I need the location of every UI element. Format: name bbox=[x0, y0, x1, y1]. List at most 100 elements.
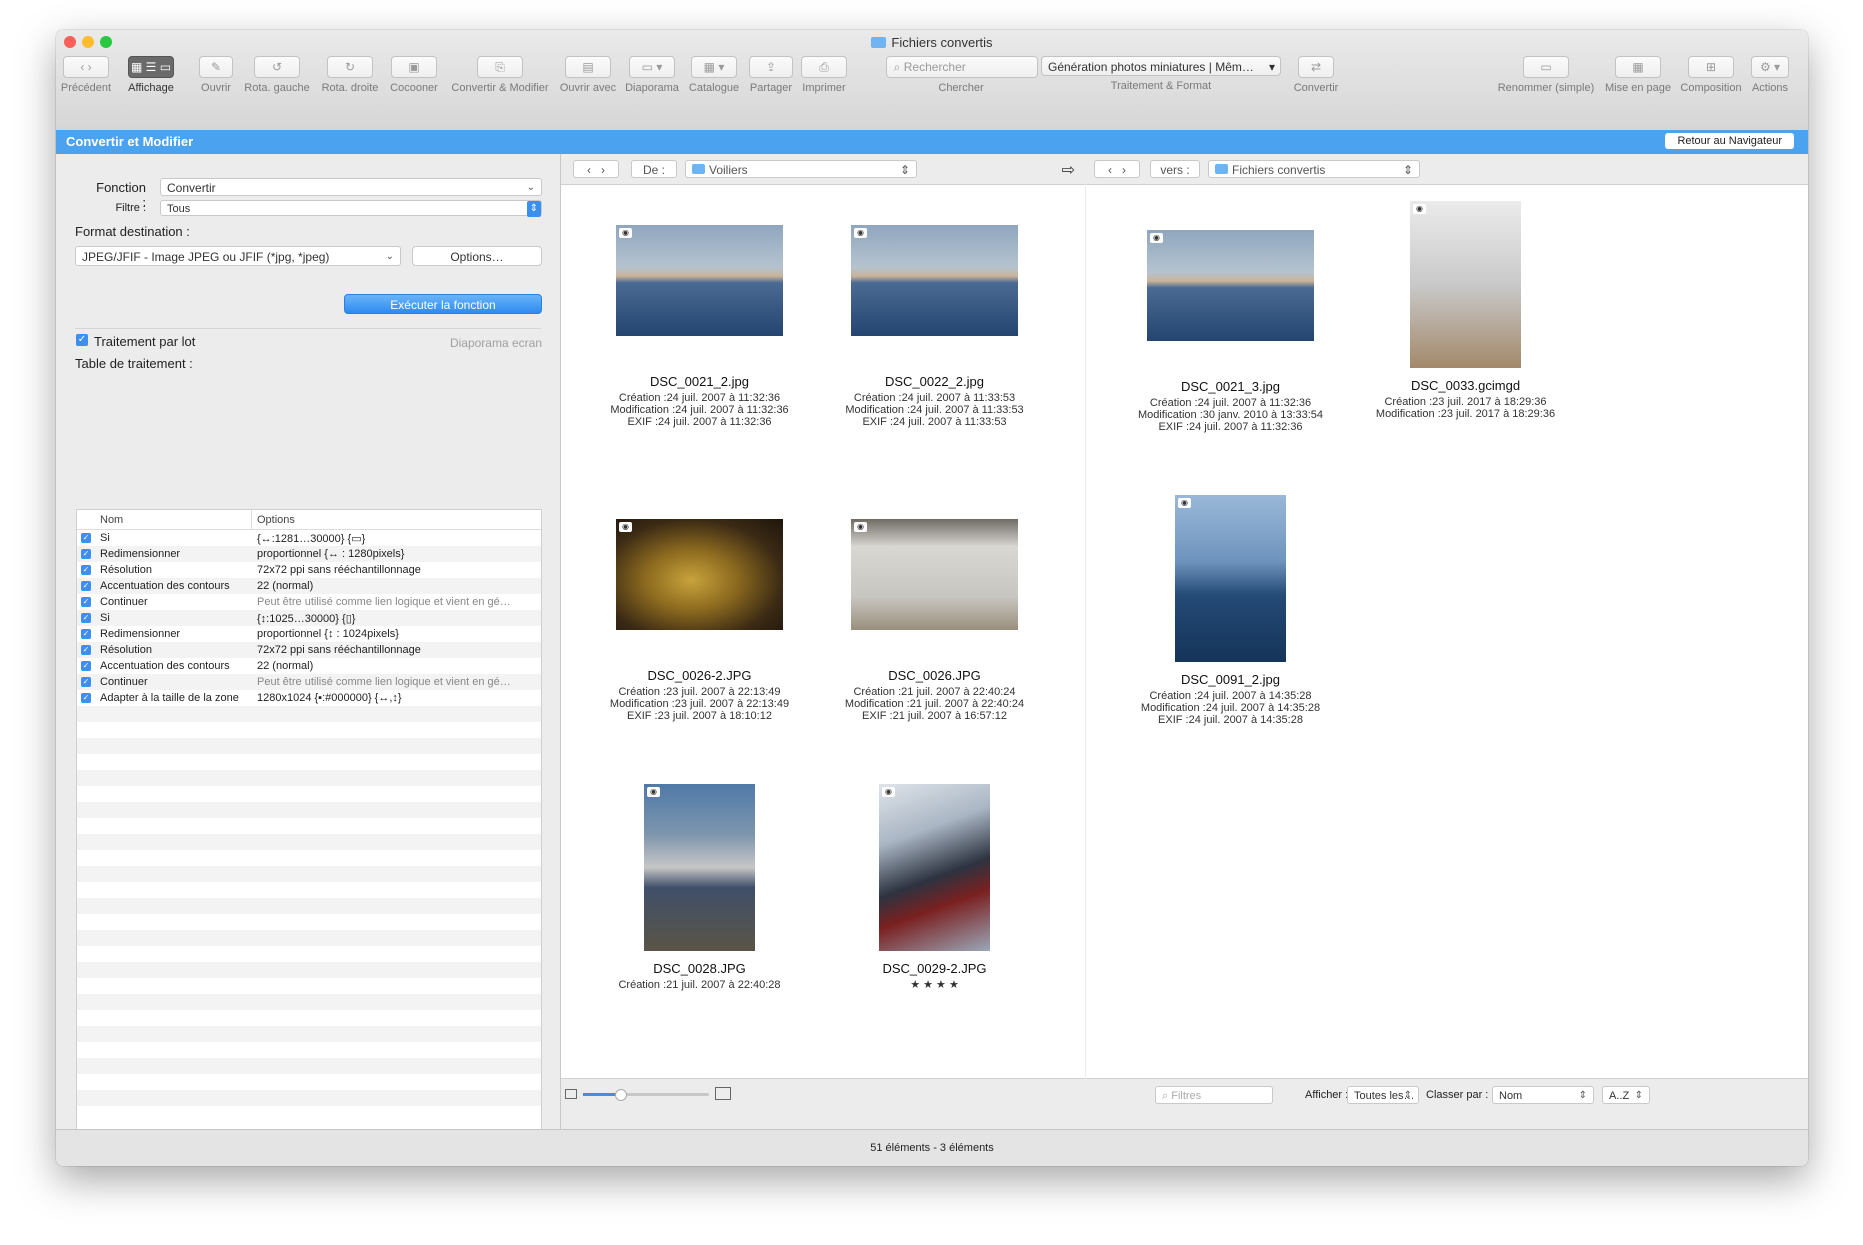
search-input[interactable]: ⌕ Rechercher bbox=[886, 56, 1038, 78]
treatment-select[interactable]: Génération photos miniatures | Mêm… ▾ bbox=[1041, 56, 1281, 76]
open-button[interactable]: ✎ bbox=[199, 56, 233, 78]
zoom-slider[interactable] bbox=[583, 1089, 709, 1101]
file-metadata: EXIF :24 juil. 2007 à 14:35:28 bbox=[1158, 714, 1303, 726]
batch-checkbox[interactable]: ✓ bbox=[76, 334, 88, 346]
back-to-browser-button[interactable]: Retour au Navigateur bbox=[1665, 133, 1794, 149]
catalog-button[interactable]: ▦ ▾ bbox=[691, 56, 737, 78]
camera-icon: ◉ bbox=[854, 522, 867, 532]
convert-button[interactable]: ⎘ bbox=[477, 56, 523, 78]
toolbar-item-cocoon: ▣ Cocooner bbox=[386, 56, 442, 94]
row-checkbox[interactable]: ✓ bbox=[81, 533, 91, 543]
file-name[interactable]: DSC_0029-2.JPG bbox=[815, 961, 1055, 976]
source-back-forward[interactable]: ‹ › bbox=[573, 160, 619, 178]
photo-thumbnail[interactable]: ◉ bbox=[644, 784, 755, 951]
share-button[interactable]: ⇪ bbox=[749, 56, 793, 78]
dest-back-forward[interactable]: ‹ › bbox=[1094, 160, 1140, 178]
table-row[interactable]: ✓ Accentuation des contours 22 (normal) bbox=[77, 658, 541, 674]
photo-thumbnail[interactable]: ◉ bbox=[851, 225, 1018, 336]
col-nom[interactable]: Nom bbox=[100, 514, 123, 526]
row-checkbox[interactable]: ✓ bbox=[81, 661, 91, 671]
row-checkbox[interactable]: ✓ bbox=[81, 565, 91, 575]
file-metadata: Modification :23 juil. 2017 à 18:29:36 bbox=[1375, 408, 1556, 420]
slideshow-link[interactable]: Diaporama ecran bbox=[450, 336, 542, 350]
view-button[interactable]: ▦ ☰ ▭ bbox=[128, 56, 174, 78]
photo-thumbnail[interactable]: ◉ bbox=[616, 519, 783, 630]
col-options[interactable]: Options bbox=[257, 514, 295, 526]
row-checkbox[interactable]: ✓ bbox=[81, 645, 91, 655]
table-row[interactable]: ✓ Résolution 72x72 ppi sans rééchantillonn… bbox=[77, 642, 541, 658]
compo-icon: ⊞ bbox=[1705, 60, 1717, 74]
toolbar-item-openwith: ▤ Ouvrir avec bbox=[556, 56, 620, 94]
rename-button[interactable]: ▭ bbox=[1523, 56, 1569, 78]
search-item: ⌕ Rechercher Chercher bbox=[886, 56, 1038, 94]
file-name[interactable]: DSC_0021_2.jpg bbox=[580, 374, 820, 389]
file-name[interactable]: DSC_0026-2.JPG bbox=[580, 668, 820, 683]
row-name: Accentuation des contours bbox=[100, 660, 230, 672]
file-metadata: EXIF :21 juil. 2007 à 16:57:12 bbox=[862, 710, 1007, 722]
actions-button[interactable]: ⚙ ▾ bbox=[1751, 56, 1789, 78]
cocoon-button[interactable]: ▣ bbox=[391, 56, 437, 78]
layout-button[interactable]: ▦ bbox=[1615, 56, 1661, 78]
table-row[interactable]: ✓ Si {↔:1281…30000} {▭} bbox=[77, 530, 541, 546]
empty-row bbox=[77, 1074, 541, 1090]
row-checkbox[interactable]: ✓ bbox=[81, 693, 91, 703]
row-name: Continuer bbox=[100, 596, 148, 608]
window-title: Fichiers convertis bbox=[56, 35, 1808, 50]
convertir-item: ⇄ Convertir bbox=[1286, 56, 1346, 94]
row-checkbox[interactable]: ✓ bbox=[81, 597, 91, 607]
execute-button[interactable]: Exécuter la fonction bbox=[344, 294, 542, 314]
rotr-button[interactable]: ↻ bbox=[327, 56, 373, 78]
table-row[interactable]: ✓ Si {↕:1025…30000} {▯} bbox=[77, 610, 541, 626]
photo-thumbnail[interactable]: ◉ bbox=[1410, 201, 1521, 368]
row-checkbox[interactable]: ✓ bbox=[81, 613, 91, 623]
row-checkbox[interactable]: ✓ bbox=[81, 677, 91, 687]
toolbar-item-rename: ▭ Renommer (simple) bbox=[1496, 56, 1596, 94]
options-button[interactable]: Options… bbox=[412, 246, 542, 266]
zoom-slider-knob[interactable] bbox=[615, 1089, 627, 1101]
file-name[interactable]: DSC_0091_2.jpg bbox=[1111, 672, 1351, 687]
table-row[interactable]: ✓ Résolution 72x72 ppi sans rééchantillonn… bbox=[77, 562, 541, 578]
fonction-select[interactable]: Convertir ⌄ bbox=[160, 178, 542, 196]
row-checkbox[interactable]: ✓ bbox=[81, 629, 91, 639]
source-folder-select[interactable]: Voiliers ⇕ bbox=[685, 160, 917, 178]
row-checkbox[interactable]: ✓ bbox=[81, 549, 91, 559]
rotl-icon: ↺ bbox=[271, 60, 283, 74]
photo-thumbnail[interactable]: ◉ bbox=[879, 784, 990, 951]
classer-select[interactable]: Nom ⇕ bbox=[1492, 1086, 1594, 1104]
order-select[interactable]: A..Z ⇕ bbox=[1602, 1086, 1650, 1104]
table-row[interactable]: ✓ Redimensionner proportionnel {↕ : 1024pi… bbox=[77, 626, 541, 642]
table-row[interactable]: ✓ Redimensionner proportionnel {↔ : 1280pi… bbox=[77, 546, 541, 562]
afficher-select[interactable]: Toutes les… ⇕ bbox=[1347, 1086, 1419, 1104]
toolbar-item-print: ⎙ Imprimer bbox=[798, 56, 850, 94]
openwith-button[interactable]: ▤ bbox=[565, 56, 611, 78]
photo-thumbnail[interactable]: ◉ bbox=[616, 225, 783, 336]
file-metadata: EXIF :24 juil. 2007 à 11:32:36 bbox=[627, 416, 772, 428]
row-options: proportionnel {↔ : 1280pixels} bbox=[257, 548, 405, 560]
slides-button[interactable]: ▭ ▾ bbox=[629, 56, 675, 78]
filter-input[interactable]: ⌕ Filtres bbox=[1155, 1086, 1273, 1104]
stepper-icon: ⇕ bbox=[1403, 1090, 1412, 1101]
table-row[interactable]: ✓ Adapter à la taille de la zone 1280x1024… bbox=[77, 690, 541, 706]
table-row[interactable]: ✓ Continuer Peut être utilisé comme lien l… bbox=[77, 674, 541, 690]
file-name[interactable]: DSC_0021_3.jpg bbox=[1111, 379, 1351, 394]
file-name[interactable]: DSC_0028.JPG bbox=[580, 961, 820, 976]
photo-thumbnail[interactable]: ◉ bbox=[851, 519, 1018, 630]
file-name[interactable]: DSC_0033.gcimgd bbox=[1346, 378, 1586, 393]
convertir-button[interactable]: ⇄ bbox=[1298, 56, 1334, 78]
photo-thumbnail[interactable]: ◉ bbox=[1147, 230, 1314, 341]
file-name[interactable]: DSC_0022_2.jpg bbox=[815, 374, 1055, 389]
table-row[interactable]: ✓ Continuer Peut être utilisé comme lien l… bbox=[77, 594, 541, 610]
filtre-select[interactable]: Tous ⇕ bbox=[160, 200, 542, 217]
compo-button[interactable]: ⊞ bbox=[1688, 56, 1734, 78]
rotl-button[interactable]: ↺ bbox=[254, 56, 300, 78]
arrow-right-icon[interactable]: ⇨ bbox=[1062, 160, 1075, 180]
prev-button[interactable]: ‹ › bbox=[63, 56, 109, 78]
row-options: 22 (normal) bbox=[257, 660, 314, 672]
print-button[interactable]: ⎙ bbox=[801, 56, 847, 78]
format-select[interactable]: JPEG/JFIF - Image JPEG ou JFIF (*jpg, *j… bbox=[75, 246, 401, 266]
table-row[interactable]: ✓ Accentuation des contours 22 (normal) bbox=[77, 578, 541, 594]
photo-thumbnail[interactable]: ◉ bbox=[1175, 495, 1286, 662]
row-checkbox[interactable]: ✓ bbox=[81, 581, 91, 591]
dest-folder-select[interactable]: Fichiers convertis ⇕ bbox=[1208, 160, 1420, 178]
file-name[interactable]: DSC_0026.JPG bbox=[815, 668, 1055, 683]
